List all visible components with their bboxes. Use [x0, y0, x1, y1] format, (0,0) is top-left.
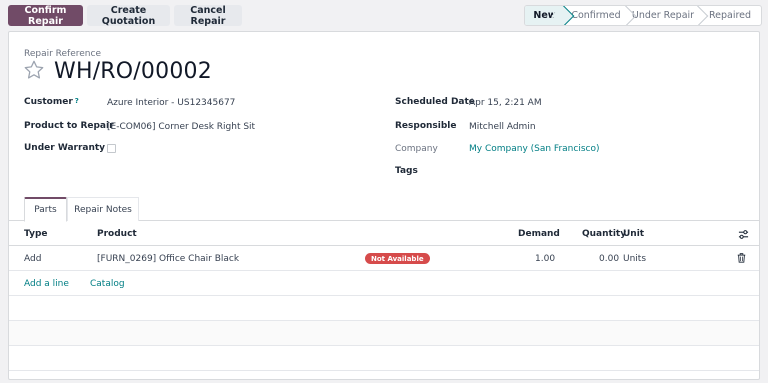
notebook-tabs: Parts Repair Notes — [9, 197, 759, 222]
row-demand: 1.00 — [535, 254, 556, 264]
row-quantity: 0.00 — [599, 254, 620, 264]
not-available-badge: Not Available — [365, 253, 430, 264]
table-row[interactable]: Add [FURN_0269] Office Chair Black Not A… — [9, 246, 759, 271]
row-unit: Units — [623, 254, 647, 264]
form-sheet: Repair Reference WH/RO/00002 Customer? A… — [8, 31, 760, 380]
customer-label: Customer? — [24, 97, 79, 107]
add-row: Add a line Catalog — [9, 271, 759, 296]
stage-new[interactable]: New — [525, 6, 575, 25]
customer-field[interactable]: Azure Interior - US12345677 — [107, 98, 235, 108]
help-icon[interactable]: ? — [75, 97, 79, 105]
product-to-repair-label: Product to Repair — [24, 121, 114, 131]
col-type[interactable]: Type — [24, 229, 47, 239]
parts-table-header: Type Product Demand Quantity Unit — [9, 222, 759, 246]
col-demand[interactable]: Demand — [518, 229, 560, 239]
tab-parts[interactable]: Parts — [24, 197, 67, 222]
company-link[interactable]: My Company (San Francisco) — [469, 144, 599, 154]
col-quantity[interactable]: Quantity — [582, 229, 626, 239]
catalog-link[interactable]: Catalog — [90, 279, 125, 289]
create-quotation-button[interactable]: Create Quotation — [87, 5, 170, 27]
empty-row — [9, 296, 759, 321]
repair-reference-title: WH/RO/00002 — [54, 59, 212, 84]
star-icon[interactable] — [23, 59, 45, 81]
scheduled-date-label: Scheduled Date — [395, 97, 475, 107]
company-label: Company — [395, 144, 438, 154]
under-warranty-checkbox[interactable] — [107, 144, 116, 153]
empty-row — [9, 346, 759, 371]
cancel-repair-button[interactable]: Cancel Repair — [174, 5, 242, 27]
scheduled-date-field[interactable]: Apr 15, 2:21 AM — [469, 98, 542, 108]
repair-reference-label: Repair Reference — [24, 49, 101, 59]
stage-label: Repaired — [708, 10, 752, 21]
row-product: [FURN_0269] Office Chair Black — [97, 254, 240, 264]
customer-label-text: Customer — [24, 97, 73, 107]
status-bar: New Confirmed Under Repair Repaired — [524, 5, 762, 26]
column-settings-icon[interactable] — [738, 229, 749, 240]
under-warranty-label-text: Under Warranty — [24, 143, 106, 153]
empty-row — [9, 321, 759, 346]
add-a-line-link[interactable]: Add a line — [24, 279, 69, 289]
row-type: Add — [24, 254, 42, 264]
responsible-field[interactable]: Mitchell Admin — [469, 122, 536, 132]
under-warranty-label: Under Warranty? — [24, 143, 111, 153]
confirm-repair-button[interactable]: Confirm Repair — [8, 5, 83, 27]
col-product[interactable]: Product — [97, 229, 137, 239]
tab-repair-notes[interactable]: Repair Notes — [67, 197, 139, 221]
product-to-repair-field[interactable]: [E-COM06] Corner Desk Right Sit — [107, 122, 255, 132]
col-unit[interactable]: Unit — [623, 229, 644, 239]
tags-label: Tags — [395, 166, 418, 176]
trash-icon[interactable] — [737, 253, 746, 263]
responsible-label: Responsible — [395, 121, 457, 131]
stage-under-repair[interactable]: Under Repair — [627, 6, 709, 25]
